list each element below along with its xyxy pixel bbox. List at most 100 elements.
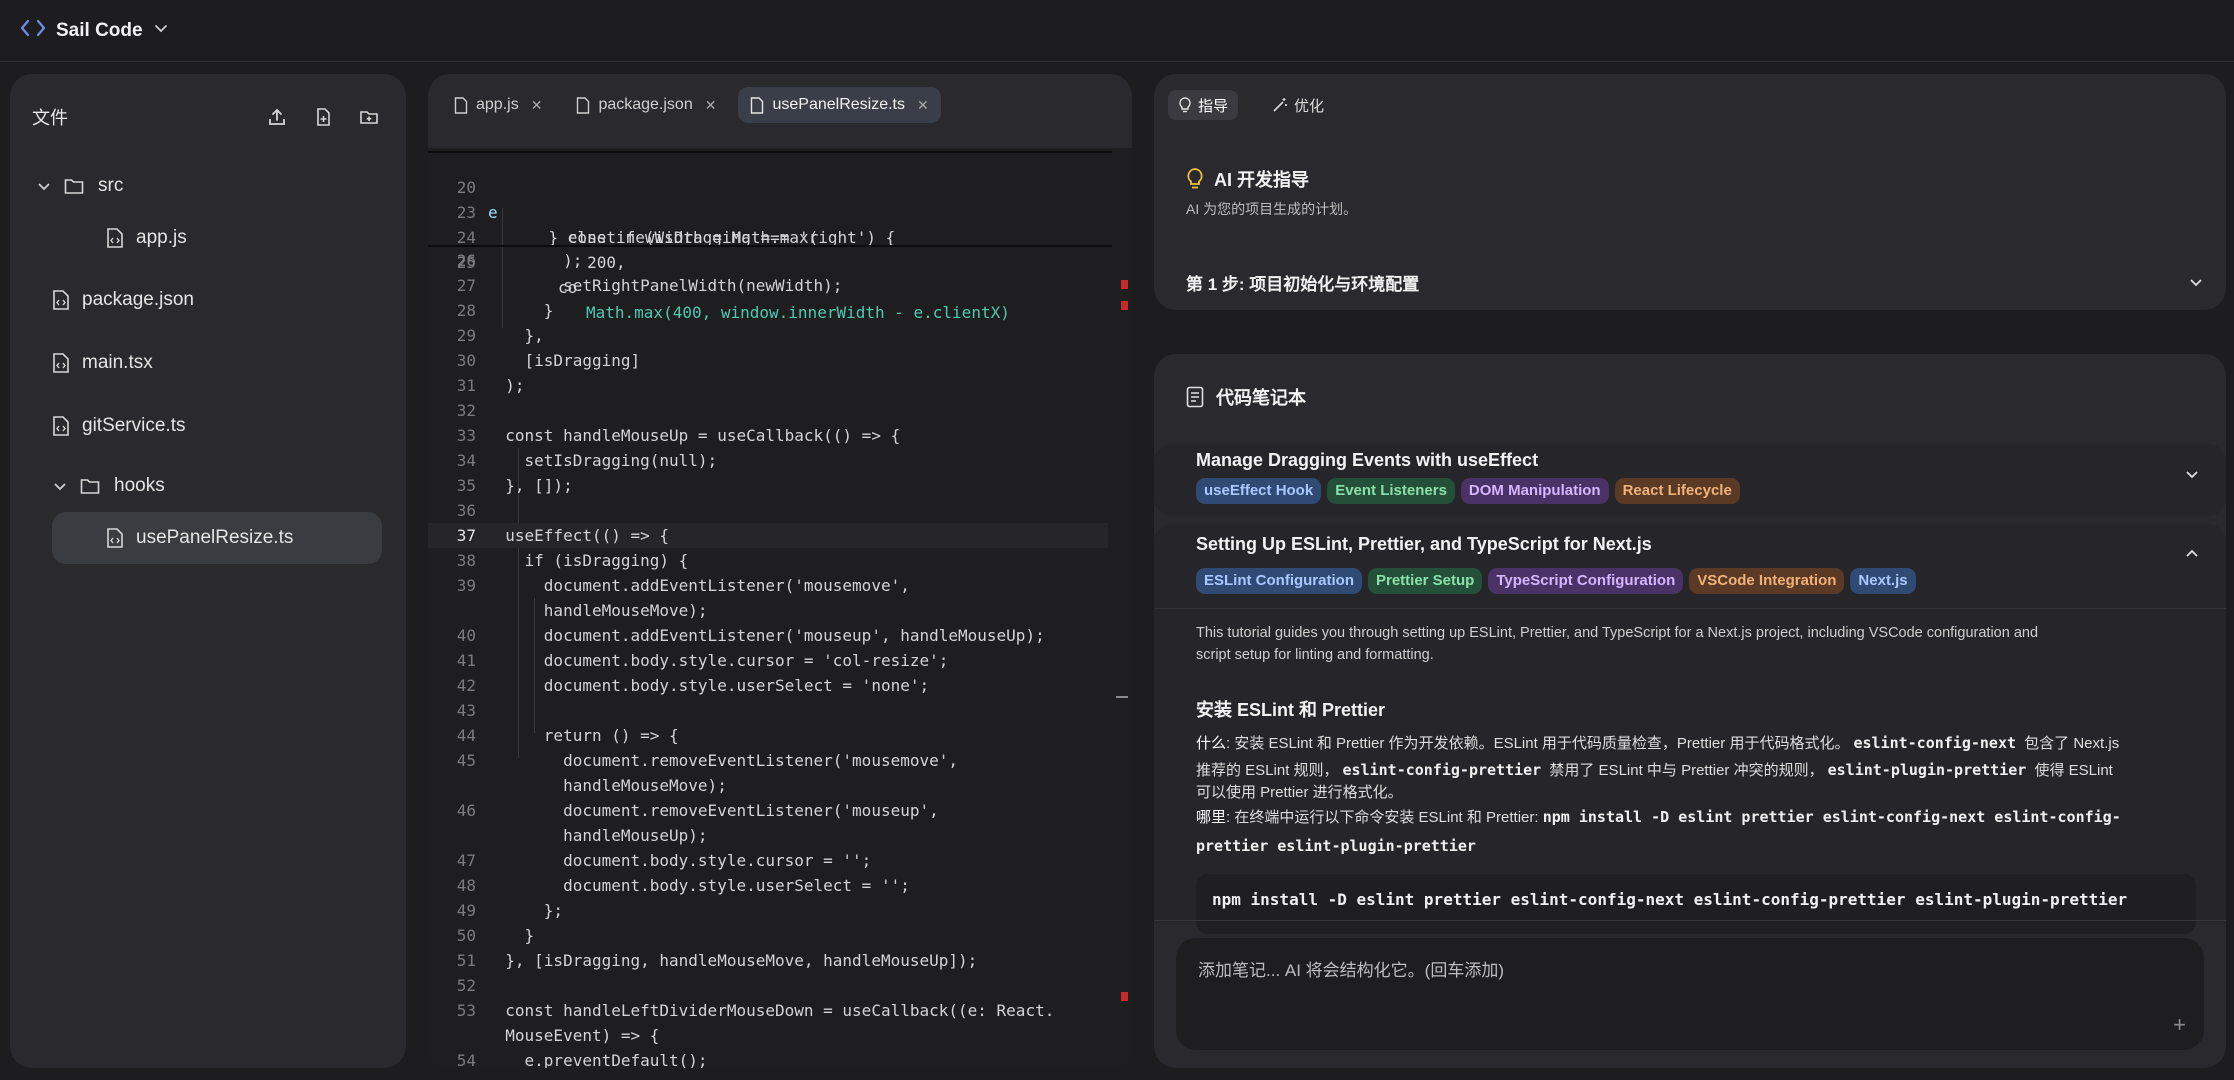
inline-code: eslint-config-next bbox=[1853, 734, 2017, 752]
line-number: 35 bbox=[456, 476, 476, 495]
tree-file-app-js[interactable]: app.js bbox=[106, 212, 376, 264]
code-text: [isDragging] bbox=[486, 351, 641, 370]
code-line: MouseEvent) => { bbox=[428, 1023, 1108, 1048]
add-icon[interactable]: + bbox=[2173, 1012, 2186, 1038]
code-editor-panel: app.js ✕ package.json ✕ usePanelResize.t… bbox=[428, 74, 1132, 1068]
file-code-icon bbox=[53, 353, 69, 373]
divider bbox=[1154, 920, 2226, 921]
tab-label: 指导 bbox=[1198, 97, 1229, 115]
inline-code: eslint-config-prettier bbox=[1342, 761, 1542, 779]
tag: TypeScript Configuration bbox=[1488, 568, 1684, 594]
chevron-down-icon bbox=[2190, 279, 2202, 287]
tree-item-label: hooks bbox=[114, 475, 165, 496]
code-line: 53 const handleLeftDividerMouseDown = us… bbox=[428, 998, 1108, 1023]
error-marker bbox=[1121, 992, 1128, 1001]
step-accordion[interactable]: 第 1 步: 项目初始化与环境配置 bbox=[1186, 264, 2204, 300]
new-file-icon[interactable] bbox=[308, 102, 338, 132]
code-line: 51 }, [isDragging, handleMouseMove, hand… bbox=[428, 948, 1108, 973]
note-input[interactable]: 添加笔记... AI 将会结构化它。(回车添加) + bbox=[1176, 938, 2204, 1050]
divider bbox=[1155, 608, 2226, 609]
tree-file-usepanelresize-ts[interactable]: usePanelResize.ts bbox=[52, 512, 382, 564]
wand-icon bbox=[1273, 98, 1287, 112]
chevron-down-icon bbox=[38, 183, 50, 191]
close-icon[interactable]: ✕ bbox=[531, 97, 543, 114]
tree-item-label: package.json bbox=[82, 289, 194, 310]
tab-package-json[interactable]: package.json ✕ bbox=[564, 87, 728, 123]
code-line: 47 document.body.style.cursor = ''; bbox=[428, 848, 1108, 873]
code-line: 46 document.removeEventListener('mouseup… bbox=[428, 798, 1108, 823]
tree-folder-src[interactable]: src bbox=[36, 160, 376, 212]
note-entry-expanded[interactable]: Setting Up ESLint, Prettier, and TypeScr… bbox=[1154, 524, 2226, 934]
tree-item-label: gitService.ts bbox=[82, 415, 186, 436]
body-text: 包含了 Next.js bbox=[2020, 735, 2120, 752]
tag: React Lifecycle bbox=[1614, 478, 1740, 504]
code-line: 28 } bbox=[428, 298, 1108, 323]
code-line: 29 }, bbox=[428, 323, 1108, 348]
line-number: 33 bbox=[456, 426, 476, 445]
code-text: useEffect(() => { bbox=[486, 526, 670, 545]
code-area[interactable]: 20 e } else if (isDragging === 'right') … bbox=[428, 148, 1132, 1068]
tab-usepanelresize-ts[interactable]: usePanelResize.ts ✕ bbox=[738, 87, 941, 123]
line-number: 29 bbox=[456, 326, 476, 345]
code-text: document.addEventListener('mouseup', han… bbox=[486, 626, 1045, 645]
line-number: 46 bbox=[456, 801, 476, 820]
code-text: }, [isDragging, handleMouseMove, handleM… bbox=[486, 951, 978, 970]
chevron-down-icon bbox=[54, 483, 66, 491]
tag: DOM Manipulation bbox=[1460, 478, 1609, 504]
desc-line: script setup for linting and formatting. bbox=[1196, 647, 1434, 663]
line-number: 52 bbox=[456, 976, 476, 995]
chevron-down-icon[interactable] bbox=[153, 20, 169, 41]
chevron-up-icon[interactable] bbox=[2184, 546, 2200, 562]
line-number: 37 bbox=[456, 526, 476, 545]
code-line: 24 200, bbox=[428, 200, 1108, 272]
close-icon[interactable]: ✕ bbox=[917, 97, 929, 114]
error-marker bbox=[1121, 301, 1128, 310]
line-number: 40 bbox=[456, 626, 476, 645]
file-code-icon bbox=[107, 528, 123, 548]
code-line: handleMouseMove); bbox=[428, 598, 1108, 623]
note-entry[interactable]: Manage Dragging Events with useEffect us… bbox=[1154, 444, 2226, 516]
tree-file-package-json[interactable]: package.json bbox=[52, 274, 376, 326]
code-line: 44 return () => { bbox=[428, 723, 1108, 748]
code-line: 40 document.addEventListener('mouseup', … bbox=[428, 623, 1108, 648]
code-line: 52 bbox=[428, 973, 1108, 998]
code-text: setRightPanelWidth(newWidth); bbox=[486, 276, 843, 295]
close-icon[interactable]: ✕ bbox=[705, 97, 717, 114]
tag: useEffect Hook bbox=[1196, 478, 1322, 504]
line-number: 26 bbox=[456, 251, 476, 270]
body-text: : 在终端中运行以下命令安装 ESLint 和 Prettier: bbox=[1226, 809, 1539, 826]
line-number: 30 bbox=[456, 351, 476, 370]
explorer-title: 文件 bbox=[32, 108, 68, 128]
code-line: 36 bbox=[428, 498, 1108, 523]
lightbulb-icon bbox=[1179, 97, 1191, 113]
line-number: 49 bbox=[456, 901, 476, 920]
body-text: 禁用了 ESLint 中与 Prettier 冲突的规则， bbox=[1545, 762, 1824, 779]
app-title[interactable]: Sail Code bbox=[56, 20, 143, 42]
line-number: 32 bbox=[456, 401, 476, 420]
tree-file-main-tsx[interactable]: main.tsx bbox=[52, 337, 376, 389]
new-folder-icon[interactable] bbox=[354, 102, 384, 132]
line-number: 44 bbox=[456, 726, 476, 745]
tab-guide[interactable]: 指导 bbox=[1168, 90, 1239, 120]
tag-list: ESLint Configuration Prettier Setup TypeSc… bbox=[1196, 568, 1922, 594]
code-block-text: npm install -D eslint prettier eslint-co… bbox=[1212, 890, 2128, 909]
tree-folder-hooks[interactable]: hooks bbox=[52, 460, 376, 512]
tab-optimize[interactable]: 优化 bbox=[1262, 90, 1334, 120]
chevron-down-icon[interactable] bbox=[2184, 466, 2200, 482]
scrollbar-thumb[interactable] bbox=[1116, 696, 1128, 698]
code-line: 50 } bbox=[428, 923, 1108, 948]
file-code-icon bbox=[53, 290, 69, 310]
tree-file-gitservice-ts[interactable]: gitService.ts bbox=[52, 400, 376, 452]
upload-icon[interactable] bbox=[262, 102, 292, 132]
code-line: 34 setIsDragging(null); bbox=[428, 448, 1108, 473]
code-line: 23 const newWidth = Math.max( bbox=[428, 175, 1108, 247]
line-number: 42 bbox=[456, 676, 476, 695]
code-text: handleMouseMove); bbox=[486, 776, 727, 795]
code-text: } bbox=[486, 301, 554, 320]
guide-title: AI 开发指导 bbox=[1214, 170, 1310, 190]
code-notebook-panel: 代码笔记本 Manage Dragging Events with useEff… bbox=[1154, 354, 2226, 1068]
code-line: 39 document.addEventListener('mousemove'… bbox=[428, 573, 1108, 598]
tab-app-js[interactable]: app.js ✕ bbox=[442, 87, 554, 123]
code-text: return () => { bbox=[486, 726, 679, 745]
code-text: if (isDragging) { bbox=[486, 551, 689, 570]
